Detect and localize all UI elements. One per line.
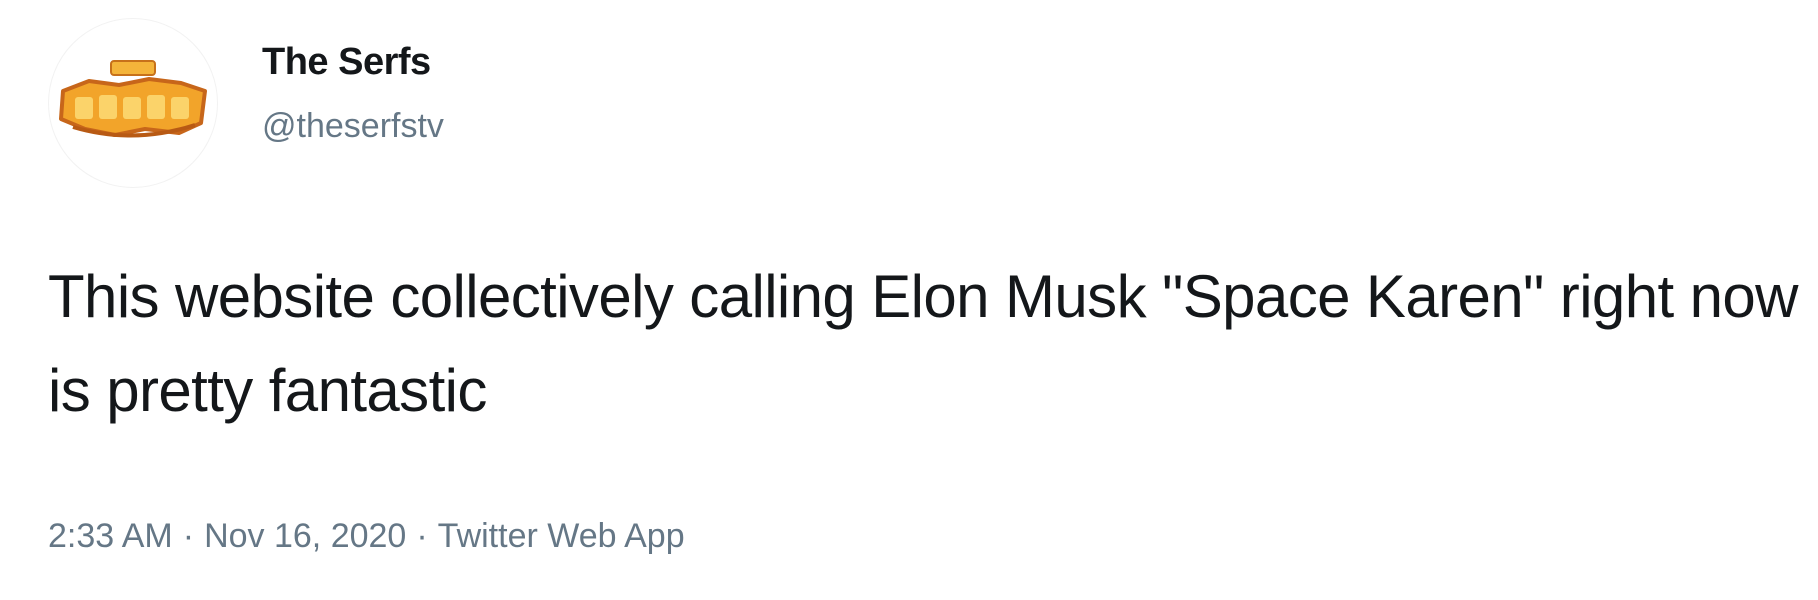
meta-separator: · — [416, 517, 428, 555]
the-serfs-logo-icon — [59, 60, 207, 138]
author-handle[interactable]: @theserfstv — [262, 107, 444, 145]
tweet-card: The Serfs @theserfstv This website colle… — [0, 0, 1818, 600]
tweet-source[interactable]: Twitter Web App — [438, 517, 685, 555]
author-display-name[interactable]: The Serfs — [262, 41, 444, 84]
tweet-text: This website collectively calling Elon M… — [48, 263, 1798, 424]
avatar[interactable] — [48, 18, 218, 188]
tweet-author: The Serfs @theserfstv — [262, 41, 444, 145]
tweet-date[interactable]: Nov 16, 2020 — [204, 517, 406, 555]
tweet-meta: 2:33 AM · Nov 16, 2020 · Twitter Web App — [48, 517, 685, 555]
tweet-time[interactable]: 2:33 AM — [48, 517, 173, 555]
meta-separator: · — [182, 517, 195, 555]
